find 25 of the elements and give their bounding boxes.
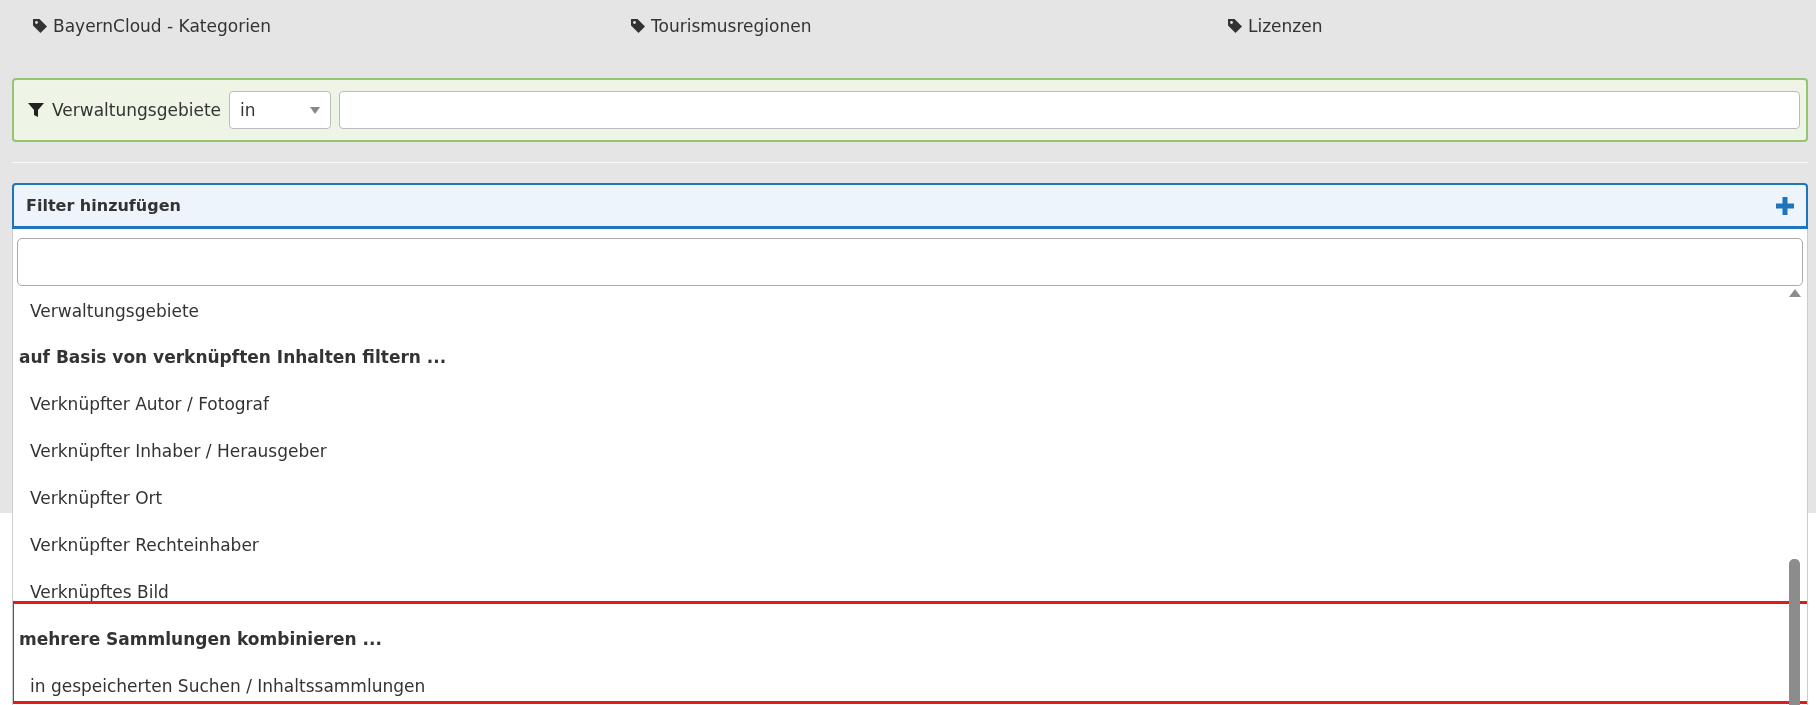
group-heading: mehrere Sammlungen kombinieren ... — [18, 627, 383, 651]
filter-option[interactable]: Verknüpftes Bild — [13, 568, 1777, 615]
tag-icon — [630, 18, 646, 34]
tag-icon — [1227, 18, 1243, 34]
filter-option[interactable]: Verknüpfter Inhaber / Herausgeber — [13, 427, 1777, 474]
group-heading: auf Basis von verknüpften Inhalten filtern ... — [18, 345, 448, 369]
filter-icon — [28, 102, 44, 118]
filter-option[interactable]: Verknüpfter Rechteinhaber — [13, 521, 1777, 568]
scroll-up-icon[interactable] — [1789, 289, 1801, 297]
tag-label: Lizenzen — [1248, 16, 1323, 36]
plus-icon — [1776, 196, 1794, 215]
tag-label: BayernCloud - Kategorien — [53, 16, 272, 36]
operator-select[interactable]: in — [229, 91, 331, 129]
tag-label: Tourismusregionen — [651, 16, 812, 36]
caret-icon — [310, 106, 320, 114]
filter-option[interactable]: Verknüpfter Ort — [13, 474, 1777, 521]
filter-option[interactable]: Verknüpfter Autor / Fotograf — [13, 380, 1777, 427]
filter-label: Verwaltungsgebiete — [52, 100, 221, 120]
add-filter-button[interactable]: Filter hinzufügen — [12, 183, 1808, 229]
tag-icon — [32, 18, 48, 34]
value-field[interactable] — [339, 91, 1800, 129]
search-field[interactable] — [17, 238, 1803, 286]
filter-option[interactable]: Verwaltungsgebiete — [13, 286, 1777, 333]
scrollbar-thumb[interactable] — [1789, 559, 1800, 705]
filter-option[interactable]: in gespeicherten Suchen / Inhaltssammlungen — [13, 662, 1777, 705]
